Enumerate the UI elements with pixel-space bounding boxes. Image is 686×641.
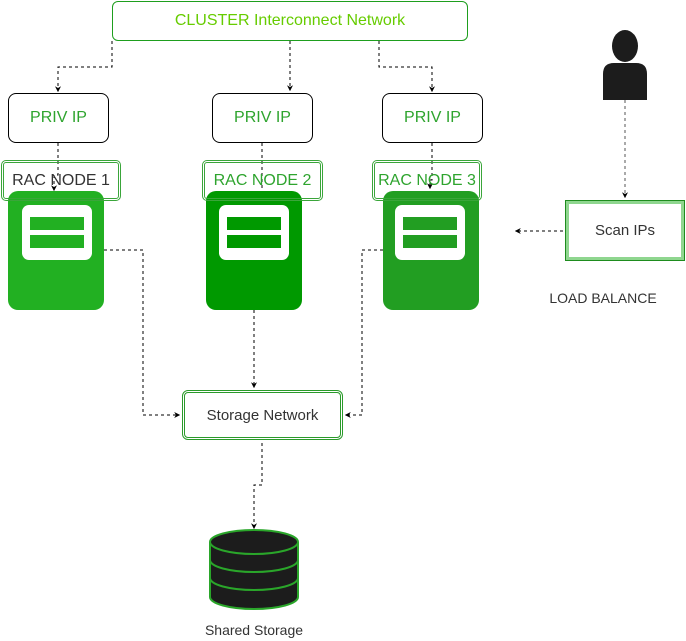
rac-node-label: RAC NODE 1 [12, 171, 110, 189]
server-icon-node-1 [8, 191, 104, 310]
rac-node-label: RAC NODE 3 [378, 171, 476, 189]
storage-network-box[interactable]: Storage Network [182, 390, 343, 440]
priv-ip-label: PRIV IP [234, 109, 291, 126]
storage-network-label: Storage Network [206, 406, 319, 424]
rac-node-1-label-box[interactable]: RAC NODE 1 [1, 160, 121, 201]
rac-node-label: RAC NODE 2 [213, 171, 312, 189]
cluster-interconnect-label: CLUSTER Interconnect Network [174, 12, 406, 29]
cluster-interconnect-network-box[interactable]: CLUSTER Interconnect Network [112, 1, 468, 41]
shared-storage-label: Shared Storage [204, 622, 304, 638]
priv-ip-box-2[interactable]: PRIV IP [212, 93, 313, 143]
priv-ip-box-3[interactable]: PRIV IP [382, 93, 483, 143]
rac-node-2-label-box[interactable]: RAC NODE 2 [202, 160, 323, 201]
rac-node-3-label-box[interactable]: RAC NODE 3 [372, 160, 482, 201]
edge-cluster-to-priv1 [55, 41, 113, 93]
scan-ips-box[interactable]: Scan IPs [565, 200, 685, 261]
edge-node1-to-storage [104, 249, 181, 418]
edge-cluster-to-priv3 [378, 41, 435, 93]
edge-storage-to-shared [251, 443, 263, 530]
scan-ips-label: Scan IPs [594, 222, 656, 239]
priv-ip-label: PRIV IP [404, 109, 461, 126]
database-icon [209, 529, 299, 610]
load-balance-label: LOAD BALANCE [549, 290, 657, 306]
user-icon [603, 30, 647, 100]
server-icon-node-2 [206, 191, 302, 310]
priv-ip-label: PRIV IP [30, 109, 87, 126]
server-icon-node-3 [383, 191, 479, 310]
edge-node3-to-storage [344, 249, 383, 418]
priv-ip-box-1[interactable]: PRIV IP [8, 93, 109, 143]
